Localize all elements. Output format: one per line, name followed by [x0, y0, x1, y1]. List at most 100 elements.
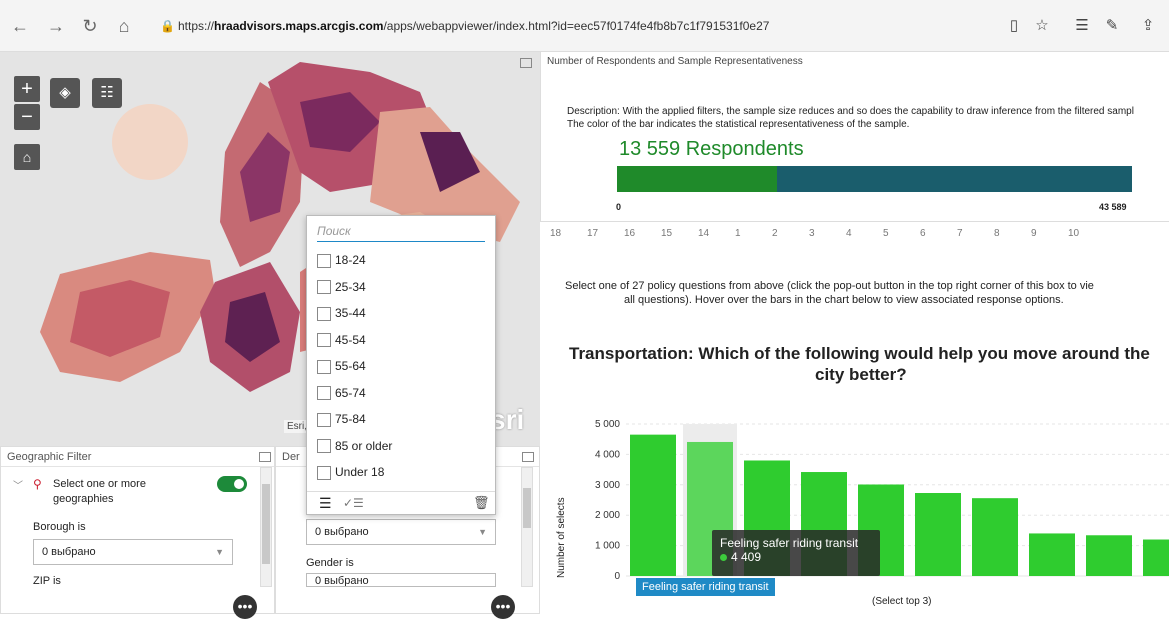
url-path: /apps/webappviewer/index.html?id=eec57f0…: [383, 19, 770, 33]
geographic-filter-title: Geographic Filter: [1, 447, 274, 467]
question-tab[interactable]: 5: [883, 228, 889, 239]
zoom-out-button[interactable]: −: [14, 104, 40, 130]
checkbox[interactable]: [317, 333, 331, 348]
layers-icon[interactable]: ◈: [50, 78, 80, 108]
checkbox[interactable]: [317, 465, 331, 480]
dropdown-option-label: 75-84: [335, 412, 366, 426]
question-tab[interactable]: 1: [735, 228, 741, 239]
favorites-list-icon[interactable]: ☰: [1070, 14, 1094, 38]
respondents-bar-remaining: [777, 166, 1132, 192]
favorite-star-icon[interactable]: ☆: [1030, 14, 1054, 38]
question-tab[interactable]: 10: [1068, 228, 1079, 239]
borough-select-value: 0 выбрано: [42, 546, 96, 558]
age-select[interactable]: 0 выбрано ▼: [306, 519, 496, 545]
share-icon[interactable]: ⇪: [1136, 14, 1160, 38]
panel-popout-icon[interactable]: [522, 452, 534, 462]
trash-icon[interactable]: 🗑: [473, 495, 490, 511]
dropdown-option[interactable]: 35-44: [317, 305, 366, 327]
refresh-icon[interactable]: ↻: [78, 14, 102, 38]
dropdown-option[interactable]: 25-34: [317, 279, 366, 301]
question-tab[interactable]: 7: [957, 228, 963, 239]
pen-icon[interactable]: ✎: [1100, 14, 1124, 38]
question-tab[interactable]: 8: [994, 228, 1000, 239]
question-tab[interactable]: 16: [624, 228, 635, 239]
back-arrow-icon[interactable]: ←: [8, 14, 32, 38]
bar-max-label: 43 589: [1099, 202, 1127, 212]
checkbox[interactable]: [317, 306, 331, 321]
dropdown-option[interactable]: 45-54: [317, 332, 366, 354]
dropdown-option-label: 25-34: [335, 279, 366, 294]
select-all-icon[interactable]: ☰: [319, 495, 332, 512]
question-tab[interactable]: 18: [550, 228, 561, 239]
dropdown-option-label: 45-54: [335, 332, 366, 347]
dropdown-option-label: 85 or older: [335, 438, 393, 453]
demo-filter-scrollbar[interactable]: [521, 467, 533, 587]
url-prefix: https://: [178, 19, 215, 33]
more-options-button[interactable]: •••: [233, 595, 257, 619]
zoom-in-button[interactable]: +: [14, 76, 40, 102]
dropdown-option[interactable]: Under 18: [317, 464, 384, 486]
tooltip-label: Feeling safer riding transit: [720, 536, 859, 550]
map-popout-icon[interactable]: [520, 58, 532, 68]
bar-min-label: 0: [616, 202, 622, 212]
chart-bar[interactable]: [630, 434, 676, 576]
respondents-panel: Number of Respondents and Sample Represe…: [540, 52, 1169, 222]
respondents-panel-title: Number of Respondents and Sample Represe…: [547, 56, 803, 67]
geographic-filter-panel: Geographic Filter ﹀ ⚲ Select one or more…: [0, 446, 275, 619]
home-extent-button[interactable]: ⌂: [14, 144, 40, 170]
age-dropdown: Поиск 18-24 25-34 35-44 45-54 55-64 65-74 75-8…: [306, 215, 496, 515]
checkbox[interactable]: [317, 439, 331, 454]
question-tab[interactable]: 6: [920, 228, 926, 239]
more-options-button[interactable]: •••: [491, 595, 515, 619]
chart-bar[interactable]: [972, 498, 1018, 576]
dropdown-option[interactable]: 85 or older: [317, 438, 392, 460]
forward-arrow-icon[interactable]: →: [44, 14, 68, 38]
y-tick-label: 3 000: [595, 480, 620, 491]
question-tab[interactable]: 4: [846, 228, 852, 239]
gender-select[interactable]: 0 выбрано: [306, 573, 496, 587]
question-tab[interactable]: 17: [587, 228, 598, 239]
chart-bar[interactable]: [1086, 535, 1132, 576]
question-tab[interactable]: 3: [809, 228, 815, 239]
question-title-line-2: city better?: [815, 365, 907, 384]
chart-bar[interactable]: [1029, 533, 1075, 576]
checkbox[interactable]: [317, 386, 331, 401]
chevron-down-icon[interactable]: ﹀: [13, 477, 23, 492]
panel-popout-icon[interactable]: [259, 452, 271, 462]
borough-select[interactable]: 0 выбрано ▼: [33, 539, 233, 565]
dropdown-footer: ☰ ✓☰ 🗑: [307, 491, 495, 515]
dropdown-option-label: 18-24: [335, 253, 366, 267]
y-tick-label: 2 000: [595, 510, 620, 521]
dropdown-option[interactable]: 65-74: [317, 385, 366, 407]
question-tab[interactable]: 9: [1031, 228, 1037, 239]
geographies-toggle[interactable]: [217, 476, 247, 492]
geo-filter-scrollbar[interactable]: [260, 467, 272, 587]
question-tab[interactable]: 14: [698, 228, 709, 239]
address-bar[interactable]: 🔒 https://hraadvisors.maps.arcgis.com/app…: [160, 13, 1055, 39]
borough-label: Borough is: [33, 521, 86, 533]
checkbox[interactable]: [317, 253, 331, 268]
home-icon[interactable]: ⌂: [112, 14, 136, 38]
dropdown-option[interactable]: 75-84: [317, 411, 366, 433]
legend-list-icon[interactable]: ☷: [92, 78, 122, 108]
question-tab[interactable]: 15: [661, 228, 672, 239]
checkbox[interactable]: [317, 359, 331, 374]
select-checked-icon[interactable]: ✓☰: [343, 496, 364, 510]
checkbox[interactable]: [317, 280, 331, 295]
dropdown-option[interactable]: 55-64: [317, 358, 366, 380]
chart-bar[interactable]: [1143, 539, 1169, 576]
y-tick-label: 4 000: [595, 449, 620, 460]
lock-icon: 🔒: [160, 19, 175, 33]
dropdown-search-input[interactable]: Поиск: [317, 224, 485, 242]
dropdown-option[interactable]: 18-24: [317, 252, 366, 274]
respondent-count: 13 559 Respondents: [619, 138, 804, 160]
chart-tooltip: Feeling safer riding transit 4 409: [712, 530, 880, 576]
question-instruction-2: all questions). Hover over the bars in t…: [624, 294, 1064, 306]
chart-bar[interactable]: [915, 493, 961, 576]
zip-label: ZIP is: [33, 575, 61, 587]
description-line-2: The color of the bar indicates the stati…: [567, 119, 910, 130]
reading-view-icon[interactable]: ▯: [1002, 14, 1026, 38]
dropdown-option-label: 65-74: [335, 385, 366, 400]
checkbox[interactable]: [317, 412, 331, 427]
question-tab[interactable]: 2: [772, 228, 778, 239]
